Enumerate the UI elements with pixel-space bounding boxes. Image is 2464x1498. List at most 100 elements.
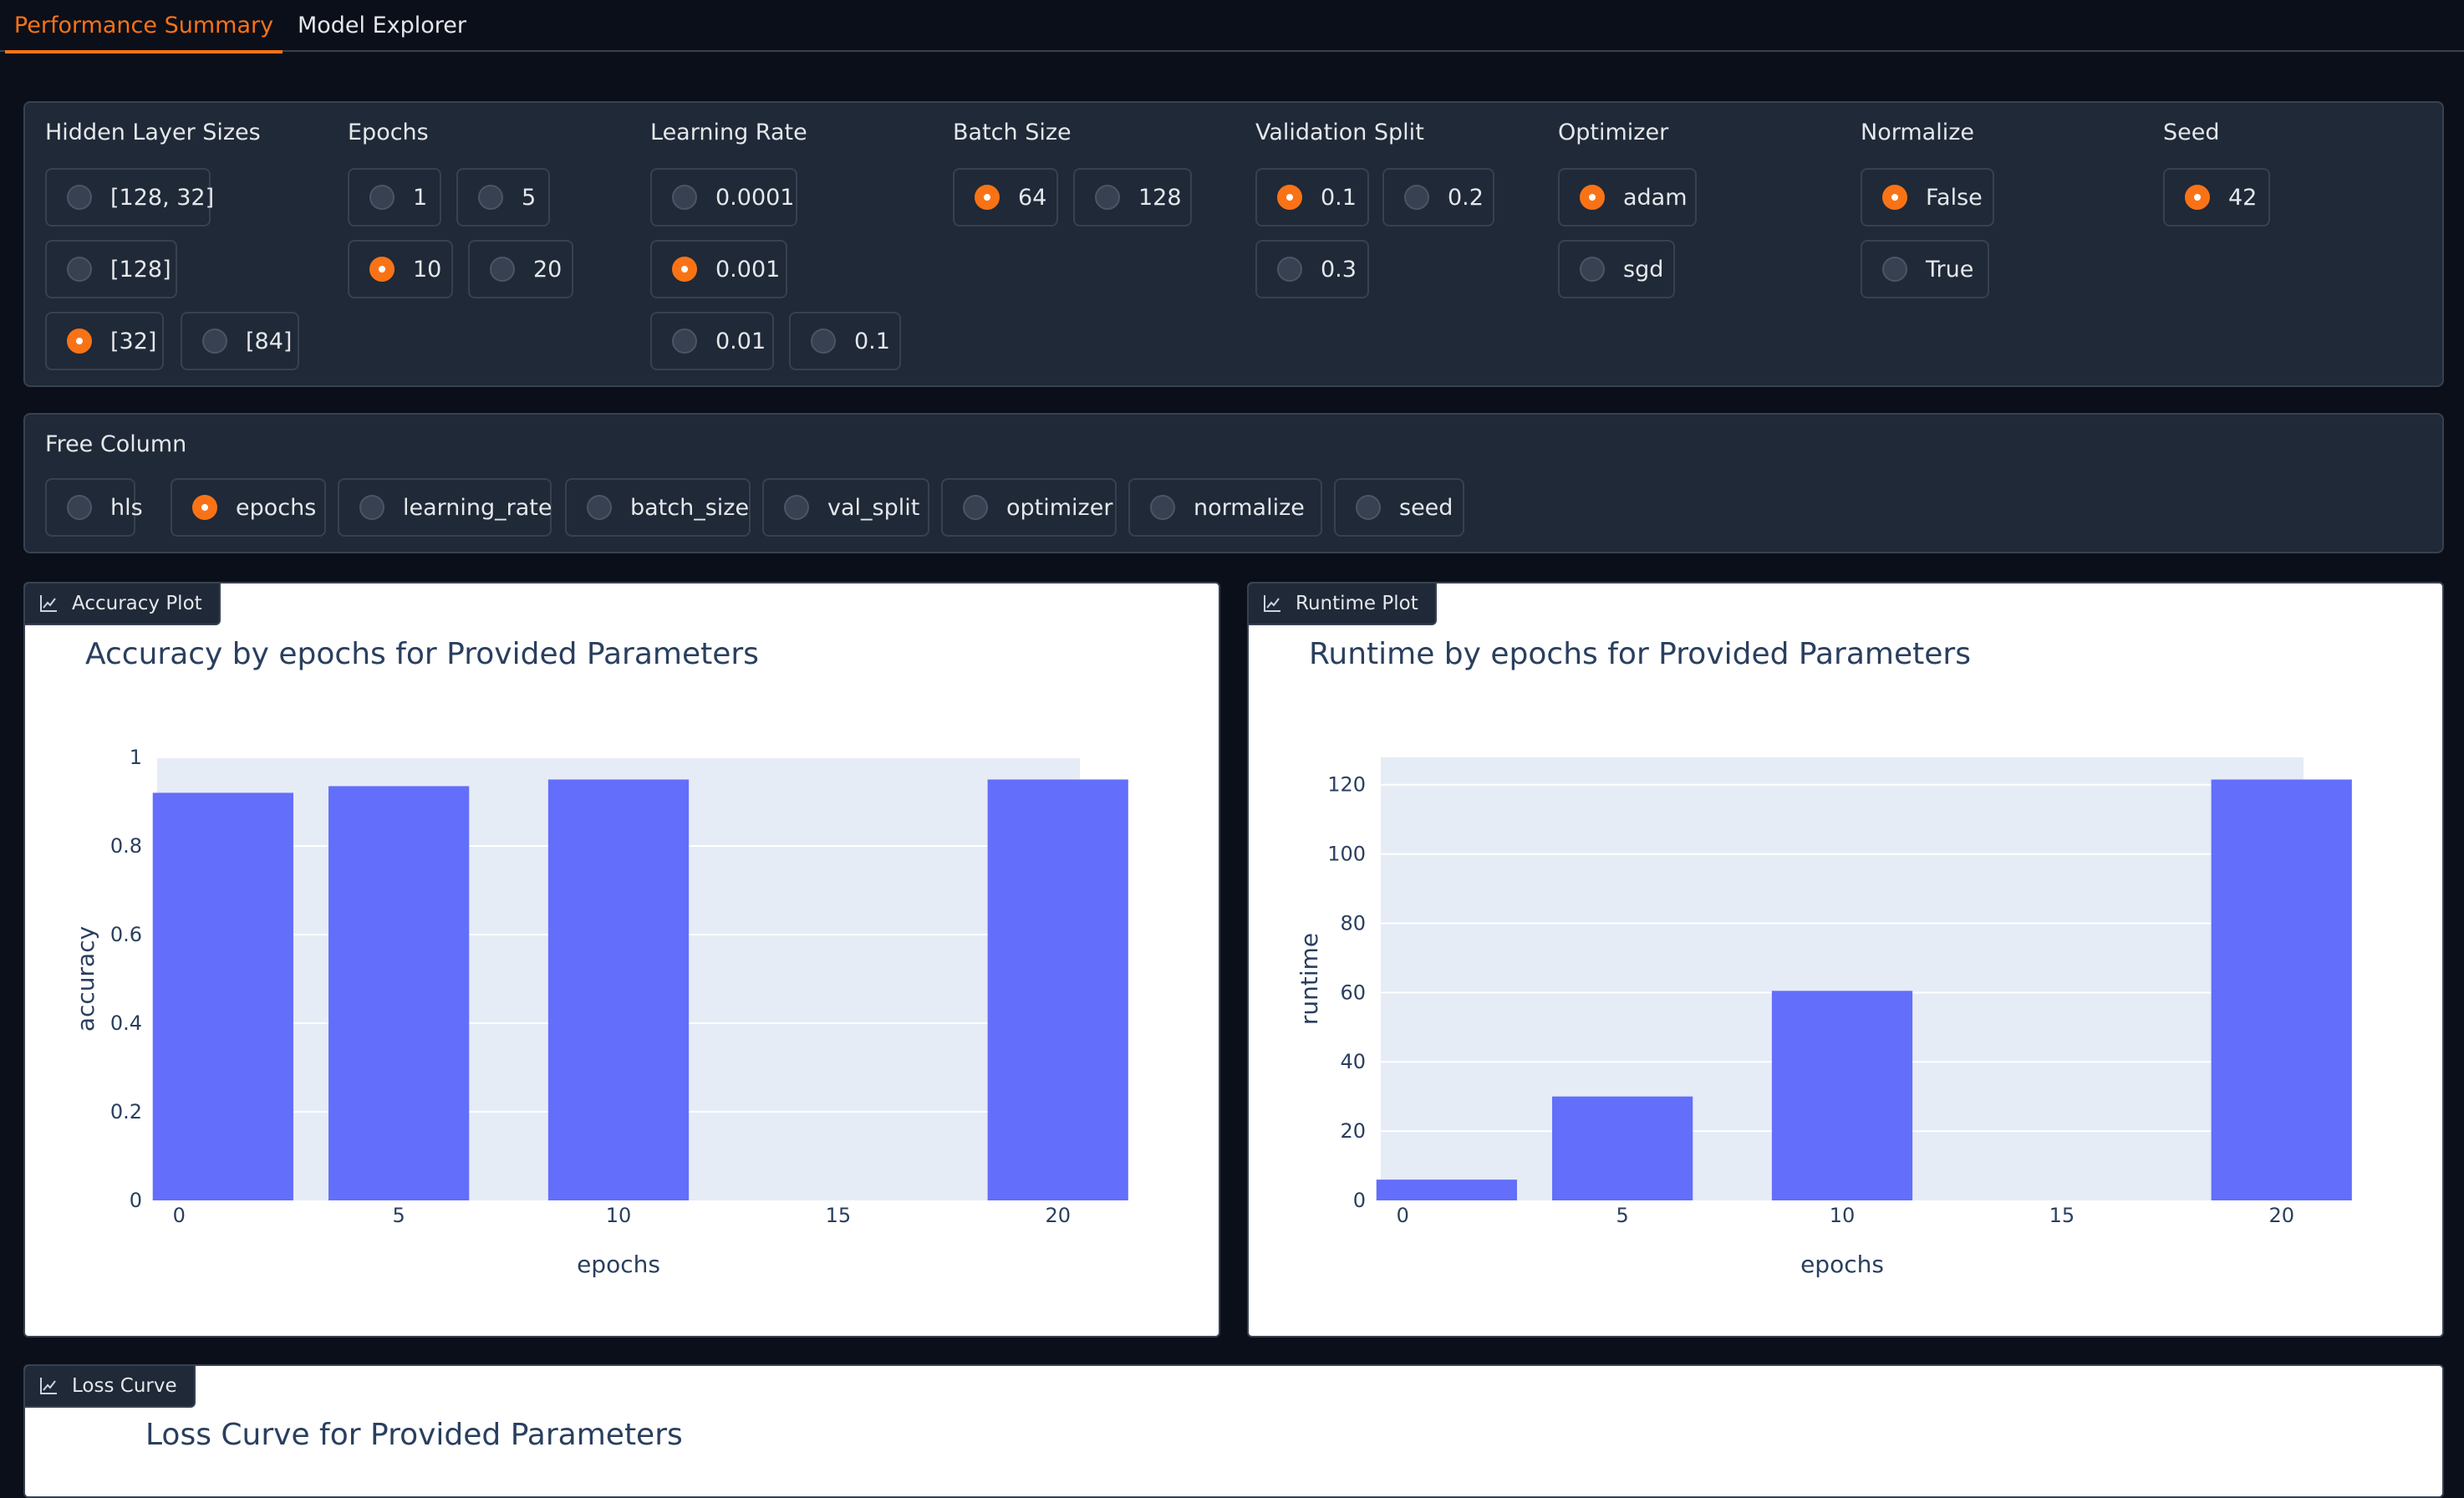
learning-rate-option[interactable]: 0.0001 <box>650 168 797 227</box>
learning-rate-option[interactable]: 0.1 <box>789 312 901 370</box>
bar <box>152 792 293 1200</box>
radio-option-label: 0.0001 <box>715 184 795 211</box>
free-column-val-split-option[interactable]: val_split <box>762 478 929 537</box>
optimizer-option[interactable]: sgd <box>1558 240 1675 298</box>
free-column-hls-option[interactable]: hls <box>45 478 143 537</box>
free-column-label: Free Column <box>45 431 187 457</box>
radio-option-label: normalize <box>1194 494 1305 521</box>
y-tick-label: 0 <box>130 1189 142 1212</box>
radio-option-label: 20 <box>533 256 563 283</box>
epochs-option[interactable]: 10 <box>348 240 453 298</box>
seed-option[interactable]: 42 <box>2163 168 2270 227</box>
radio-option-label: 0.1 <box>1321 184 1357 211</box>
y-tick-label: 40 <box>1340 1050 1366 1073</box>
loss-curve-label: Loss Curve <box>72 1375 177 1397</box>
radio-option-label: [84] <box>246 328 293 354</box>
radio-option-label: val_split <box>827 494 920 521</box>
radio-button[interactable] <box>490 257 515 282</box>
radio-button[interactable] <box>1580 257 1605 282</box>
free-column-seed-option[interactable]: seed <box>1334 478 1464 537</box>
radio-button[interactable] <box>67 495 92 520</box>
hidden-layer-sizes-option[interactable]: [32] <box>45 312 164 370</box>
batch-size-option[interactable]: 64 <box>953 168 1058 227</box>
loss-curve-title: Loss Curve for Provided Parameters <box>145 1418 683 1452</box>
radio-option-label: 0.3 <box>1321 256 1357 283</box>
hidden-layer-sizes-option[interactable]: [84] <box>181 312 299 370</box>
free-column-optimizer-option[interactable]: optimizer <box>941 478 1117 537</box>
free-column-batch-size-option[interactable]: batch_size <box>565 478 751 537</box>
radio-button[interactable] <box>1580 185 1605 210</box>
y-tick-label: 0 <box>1353 1189 1366 1212</box>
radio-button[interactable] <box>784 495 809 520</box>
learning-rate-option[interactable]: 0.01 <box>650 312 774 370</box>
y-axis-label: runtime <box>1296 933 1323 1025</box>
x-tick-label: 5 <box>393 1204 405 1227</box>
radio-button[interactable] <box>2185 185 2210 210</box>
radio-button[interactable] <box>67 257 92 282</box>
radio-button[interactable] <box>369 185 395 210</box>
radio-button[interactable] <box>67 185 92 210</box>
tab-model-explorer[interactable]: Model Explorer <box>294 0 470 52</box>
bar <box>1771 991 1913 1200</box>
radio-button[interactable] <box>963 495 988 520</box>
radio-button[interactable] <box>672 329 697 354</box>
radio-button[interactable] <box>672 185 697 210</box>
radio-button[interactable] <box>1277 185 1302 210</box>
radio-button[interactable] <box>1356 495 1381 520</box>
epochs-option[interactable]: 5 <box>456 168 550 227</box>
validation-split-option[interactable]: 0.3 <box>1255 240 1369 298</box>
radio-option-label: seed <box>1399 494 1453 521</box>
radio-button[interactable] <box>478 185 503 210</box>
chart-icon <box>40 595 57 612</box>
epochs-option[interactable]: 20 <box>468 240 573 298</box>
radio-button[interactable] <box>202 329 227 354</box>
radio-button[interactable] <box>67 329 92 354</box>
y-tick-label: 20 <box>1340 1119 1366 1143</box>
loss-curve-badge: Loss Curve <box>25 1366 196 1408</box>
batch-size-option[interactable]: 128 <box>1073 168 1192 227</box>
radio-button[interactable] <box>1150 495 1175 520</box>
radio-button[interactable] <box>811 329 836 354</box>
y-tick-label: 60 <box>1340 981 1366 1004</box>
radio-button[interactable] <box>1882 185 1907 210</box>
epochs-option[interactable]: 1 <box>348 168 441 227</box>
hidden-layer-sizes-option[interactable]: [128] <box>45 240 177 298</box>
radio-button[interactable] <box>192 495 217 520</box>
radio-button[interactable] <box>369 257 395 282</box>
loss-curve-card: Loss Curve for Provided Parameters Loss … <box>23 1364 2444 1498</box>
bar <box>328 786 470 1200</box>
radio-option-label: 10 <box>413 256 442 283</box>
radio-option-label: [128, 32] <box>110 184 215 211</box>
radio-button[interactable] <box>1404 185 1429 210</box>
free-column-normalize-option[interactable]: normalize <box>1128 478 1322 537</box>
normalize-option[interactable]: True <box>1861 240 1989 298</box>
runtime-plot-badge: Runtime Plot <box>1249 583 1437 625</box>
free-column-epochs-option[interactable]: epochs <box>171 478 326 537</box>
filter-group-label: Optimizer <box>1558 120 1669 145</box>
radio-button[interactable] <box>975 185 1000 210</box>
radio-option-label: 0.001 <box>715 256 781 283</box>
x-axis-label: epochs <box>1800 1251 1884 1278</box>
radio-button[interactable] <box>359 495 384 520</box>
radio-button[interactable] <box>587 495 612 520</box>
tab-performance-summary[interactable]: Performance Summary <box>5 0 283 54</box>
x-tick-label: 10 <box>606 1204 632 1227</box>
radio-button[interactable] <box>1095 185 1120 210</box>
normalize-option[interactable]: False <box>1861 168 1994 227</box>
free-column-learning-rate-option[interactable]: learning_rate <box>338 478 552 537</box>
accuracy-bar-chart: 00.20.40.60.810 5 10 15 20Accuracy by epochs… <box>72 637 1128 1278</box>
hidden-layer-sizes-option[interactable]: [128, 32] <box>45 168 215 227</box>
radio-button[interactable] <box>1277 257 1302 282</box>
optimizer-option[interactable]: adam <box>1558 168 1697 227</box>
learning-rate-option[interactable]: 0.001 <box>650 240 787 298</box>
bar <box>2211 779 2352 1200</box>
validation-split-option[interactable]: 0.1 <box>1255 168 1369 227</box>
radio-option-label: sgd <box>1623 256 1664 283</box>
radio-option-label: hls <box>110 494 143 521</box>
runtime-plot-card: 0 20 40 60 80 100 120 0 5 10 15 20 Runtime by epochs… <box>1247 582 2444 1338</box>
y-tick-label: 1 <box>130 746 142 769</box>
radio-button[interactable] <box>1882 257 1907 282</box>
validation-split-option[interactable]: 0.2 <box>1382 168 1494 227</box>
bar <box>547 779 690 1200</box>
radio-button[interactable] <box>672 257 697 282</box>
